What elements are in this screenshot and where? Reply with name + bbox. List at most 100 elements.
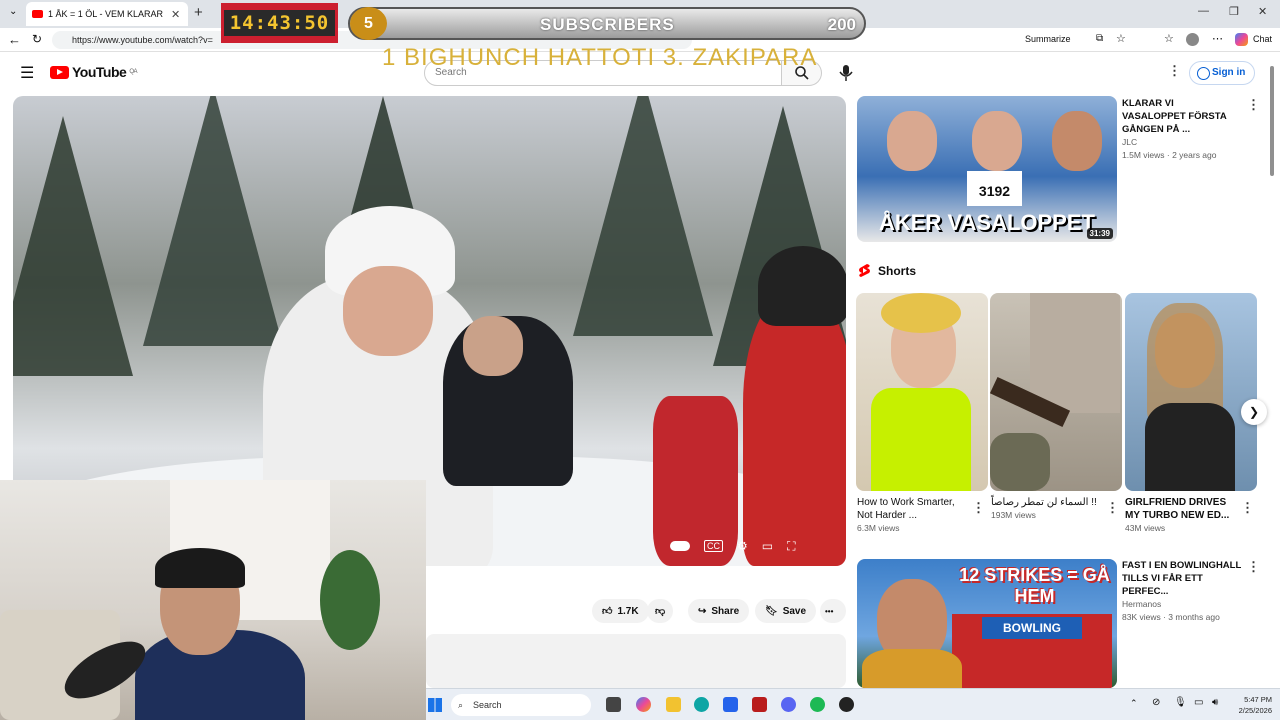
taskbar-search-label: Search bbox=[473, 700, 502, 710]
miniplayer-icon[interactable]: ▭ bbox=[762, 539, 773, 553]
new-tab-button[interactable]: + bbox=[194, 4, 203, 21]
short-info[interactable]: How to Work Smarter, Not Harder ... 6.3M… bbox=[857, 496, 965, 535]
video-thumbnail[interactable]: BOWLING 12 STRIKES = GÅ HEM bbox=[857, 559, 1117, 688]
display-icon[interactable]: ▭ bbox=[1194, 697, 1203, 708]
windows-start-icon[interactable] bbox=[428, 698, 442, 712]
short-info[interactable]: GIRLFRIEND DRIVES MY TURBO NEW ED... 43M… bbox=[1125, 496, 1235, 535]
tray-chevron-icon[interactable]: ⌃ bbox=[1130, 698, 1138, 709]
video-title: FAST I EN BOWLINGHALL TILLS VI FÅR ETT P… bbox=[1122, 560, 1242, 597]
taskbar-time: 5:47 PM bbox=[1244, 695, 1272, 704]
tab-list-chevron-icon[interactable]: ⌄ bbox=[9, 6, 17, 17]
extensions-icon[interactable]: ⧉ bbox=[1096, 33, 1103, 44]
video-title: KLARAR VI VASALOPPET FÖRSTA GÅNGEN PÅ ..… bbox=[1122, 98, 1227, 135]
hamburger-menu-icon[interactable]: ☰ bbox=[20, 63, 34, 83]
settings-more-icon[interactable]: ⋮ bbox=[1168, 63, 1181, 79]
stream-ticker-text: 1 BIGHUNCH HATTOTI 3. ZAKIPARA bbox=[382, 44, 818, 71]
share-icon: ↪ bbox=[698, 605, 707, 617]
browser-tab-active[interactable]: 1 ÅK = 1 ÖL - VEM KLARAR SIG LÄ ✕ bbox=[26, 2, 188, 26]
chat-button[interactable]: Chat bbox=[1253, 34, 1272, 44]
short-more-icon[interactable]: ⋮ bbox=[1106, 500, 1119, 516]
short-more-icon[interactable]: ⋮ bbox=[1241, 500, 1254, 516]
profile-avatar[interactable] bbox=[1186, 33, 1199, 46]
video-more-icon[interactable]: ⋮ bbox=[1247, 97, 1260, 113]
file-explorer-icon[interactable] bbox=[666, 697, 681, 712]
voice-search-button[interactable] bbox=[835, 62, 857, 84]
like-button[interactable]: 👍︎ 1.7K bbox=[592, 599, 649, 623]
task-view-icon[interactable] bbox=[606, 697, 621, 712]
chevron-right-icon: ❯ bbox=[1248, 405, 1260, 419]
edge-browser-icon[interactable] bbox=[694, 697, 709, 712]
taskbar-clock[interactable]: 5:47 PM 2/25/2026 bbox=[1239, 694, 1272, 716]
summarize-button[interactable]: Summarize bbox=[1025, 34, 1071, 44]
favorite-star-icon[interactable]: ☆ bbox=[1116, 32, 1126, 45]
short-title: GIRLFRIEND DRIVES MY TURBO NEW ED... bbox=[1125, 497, 1230, 521]
shorts-icon bbox=[859, 264, 870, 277]
race-bib: 3192 bbox=[967, 171, 1022, 206]
copilot-app-icon[interactable] bbox=[636, 697, 651, 712]
short-info[interactable]: السماء لن تمطر رصاصاً !! 193M views bbox=[991, 496, 1099, 522]
thumbnail-caption: 12 STRIKES = GÅ HEM bbox=[959, 565, 1110, 606]
bowling-sign: BOWLING bbox=[982, 617, 1082, 639]
clock-time: 14:43:50 bbox=[223, 10, 336, 36]
minimize-button[interactable]: — bbox=[1198, 5, 1209, 17]
save-button[interactable]: 🔖︎ Save bbox=[755, 599, 817, 623]
youtube-logo[interactable]: YouTube QA bbox=[50, 64, 137, 80]
more-actions-button[interactable]: ••• bbox=[820, 599, 846, 623]
short-views: 6.3M views bbox=[857, 523, 900, 533]
short-thumbnail[interactable] bbox=[1125, 293, 1257, 491]
short-views: 193M views bbox=[991, 510, 1036, 520]
spotify-icon[interactable] bbox=[810, 697, 825, 712]
network-icon[interactable]: ⊘ bbox=[1152, 697, 1160, 708]
back-icon[interactable]: ← bbox=[8, 32, 21, 47]
taskbar: ⌕ Search ⌃ ⊘ 🎙︎ ▭ 🔊︎ 5:47 PM 2/25/2026 bbox=[426, 688, 1280, 720]
microphone-icon bbox=[839, 65, 853, 81]
region-code: QA bbox=[129, 69, 137, 75]
microphone-tray-icon[interactable]: 🎙︎ bbox=[1174, 697, 1187, 708]
webcam-overlay bbox=[0, 480, 426, 720]
reload-icon[interactable]: ↻ bbox=[32, 32, 42, 46]
short-thumbnail[interactable] bbox=[990, 293, 1122, 491]
stream-clock: 14:43:50 bbox=[221, 3, 338, 43]
short-more-icon[interactable]: ⋮ bbox=[972, 500, 985, 516]
tab-close-icon[interactable]: ✕ bbox=[171, 8, 180, 21]
sign-in-button[interactable]: Sign in bbox=[1189, 61, 1255, 85]
video-duration: 31:39 bbox=[1086, 228, 1113, 239]
video-meta: 83K views · 3 months ago bbox=[1122, 612, 1220, 622]
short-title: How to Work Smarter, Not Harder ... bbox=[857, 497, 955, 521]
collections-icon[interactable]: ☆ bbox=[1164, 32, 1174, 45]
like-count: 1.7K bbox=[617, 605, 639, 617]
acrobat-icon[interactable] bbox=[752, 697, 767, 712]
dislike-button[interactable]: 👎︎ bbox=[647, 599, 674, 623]
video-info[interactable]: FAST I EN BOWLINGHALL TILLS VI FÅR ETT P… bbox=[1122, 559, 1242, 624]
share-button[interactable]: ↪ Share bbox=[688, 599, 750, 623]
shorts-next-button[interactable]: ❯ bbox=[1241, 399, 1267, 425]
obs-icon[interactable] bbox=[839, 697, 854, 712]
discord-icon[interactable] bbox=[781, 697, 796, 712]
subscriber-goal-bar: 5 SUBSCRIBERS 200 bbox=[348, 7, 866, 40]
subscriber-goal: 200 bbox=[827, 15, 856, 34]
channel-name: Hermanos bbox=[1122, 599, 1162, 609]
close-window-button[interactable]: ✕ bbox=[1258, 5, 1267, 18]
shorts-header: Shorts bbox=[858, 263, 916, 278]
tab-title: 1 ÅK = 1 ÖL - VEM KLARAR SIG LÄ bbox=[48, 9, 166, 19]
video-thumbnail[interactable]: 3192 ÅKER VASALOPPET 31:39 bbox=[857, 96, 1117, 242]
captions-icon[interactable]: CC bbox=[704, 540, 723, 552]
copilot-icon[interactable] bbox=[1235, 33, 1248, 46]
description-box[interactable] bbox=[426, 634, 846, 688]
store-icon[interactable] bbox=[723, 697, 738, 712]
video-info[interactable]: KLARAR VI VASALOPPET FÖRSTA GÅNGEN PÅ ..… bbox=[1122, 97, 1240, 162]
maximize-button[interactable]: ❐ bbox=[1229, 5, 1239, 18]
settings-gear-icon[interactable]: ⚙ bbox=[737, 539, 748, 553]
browser-menu-icon[interactable]: ⋯ bbox=[1212, 32, 1223, 45]
video-meta: 1.5M views · 2 years ago bbox=[1122, 150, 1217, 160]
video-more-icon[interactable]: ⋮ bbox=[1247, 559, 1260, 575]
volume-icon[interactable]: 🔊︎ bbox=[1212, 697, 1218, 708]
thumbnail-caption: ÅKER VASALOPPET bbox=[879, 210, 1095, 235]
taskbar-search[interactable]: ⌕ Search bbox=[451, 694, 591, 716]
short-thumbnail[interactable] bbox=[856, 293, 988, 491]
thumbs-up-icon: 👍︎ bbox=[602, 606, 613, 617]
page-scrollbar[interactable] bbox=[1268, 62, 1276, 688]
autoplay-toggle[interactable] bbox=[670, 541, 690, 551]
subscriber-count: 5 bbox=[350, 7, 387, 40]
fullscreen-icon[interactable]: ⛶ bbox=[787, 539, 795, 554]
